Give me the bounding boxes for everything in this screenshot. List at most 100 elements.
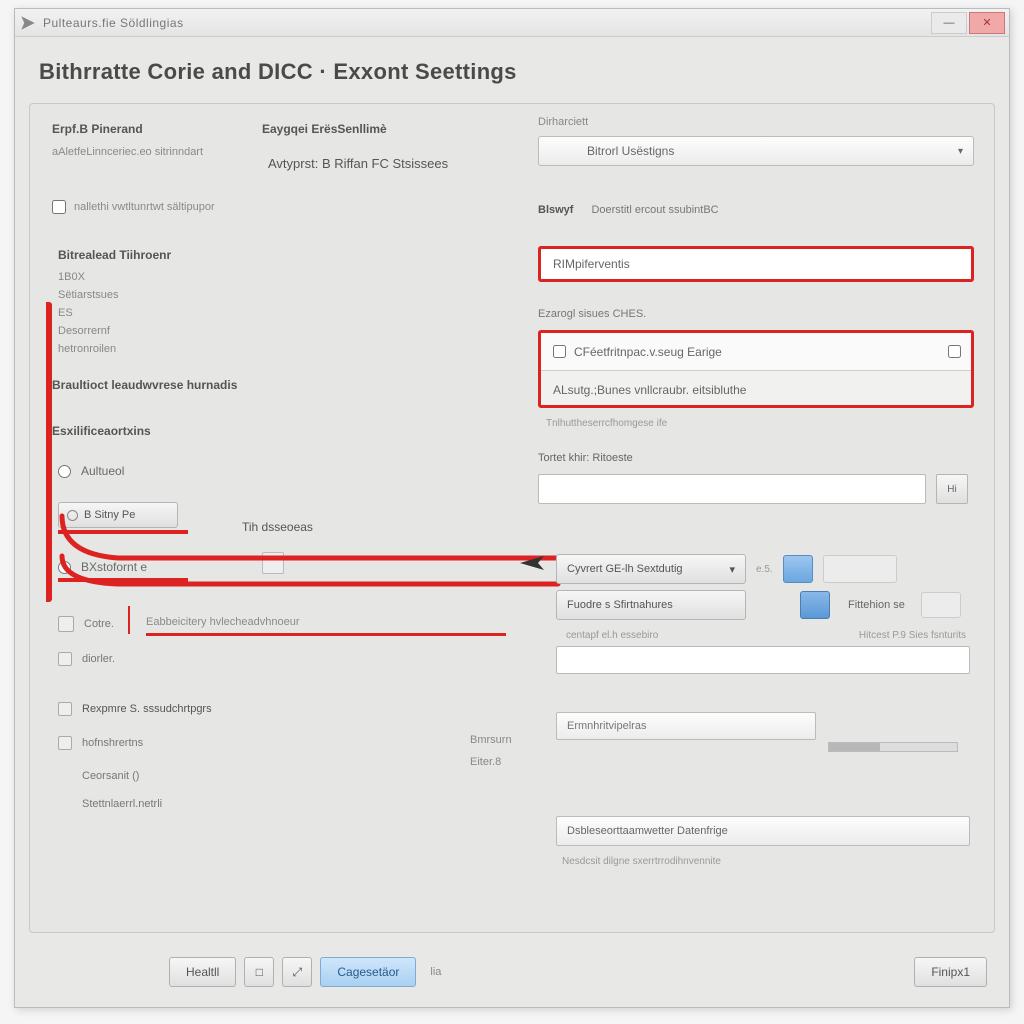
preset-sub: aAletfeLinnceriec.eo sitrinndart — [52, 146, 203, 158]
progress-bar — [828, 742, 958, 752]
highlight-bar — [46, 302, 52, 602]
issues-label: Ezarogl sisues CHES. — [538, 308, 646, 320]
formats-label: Braultioct leaudwvrese hurnadis — [52, 378, 237, 392]
templates-dropdown[interactable]: Ermnhritvipelras — [556, 712, 816, 740]
features-lab: Fittehion se — [848, 599, 905, 611]
cursor-icon — [518, 554, 548, 572]
database-dropdown[interactable]: Dsbleseorttaamwetter Datenfrige — [556, 816, 970, 846]
preset-label: Erpf.B Pinerand — [52, 122, 143, 136]
list-item[interactable]: Rexpmre S. sssudchrtpgrs — [58, 702, 212, 716]
issues-row-2-label: ALsutg.;Bunes vnllcraubr. eitsibluthe — [553, 383, 746, 397]
subtitle-row: Blswyf Doerstitl ercout ssubintBC — [538, 204, 719, 216]
format-radio-label: BXstofornt e — [81, 560, 147, 574]
control-icon[interactable] — [58, 616, 74, 632]
issues-row-1-label: CFéetfritnpac.v.seug Earige — [574, 345, 722, 359]
export-sub: Avtyprst: B Riffan FC Stsissees — [268, 156, 448, 171]
issues-row-1[interactable]: CFéetfritnpac.v.seug Earige — [541, 333, 971, 371]
item-icon — [58, 736, 72, 750]
radio-icon — [67, 510, 78, 521]
highlight-underline-3 — [146, 633, 506, 636]
dialog-footer: Healtll □ ⤢ Cagesetäor lia Finipx1 — [29, 951, 995, 993]
sub-label-right: Hitcest P.9 Sies fsnturits — [859, 630, 966, 641]
target-label: Tortet khir: Ritoeste — [538, 452, 633, 464]
specifications-label: Esxilificeaortxins — [52, 424, 151, 438]
type-button[interactable]: B Sitny Pe — [58, 502, 178, 528]
database-value: Dsbleseorttaamwetter Datenfrige — [567, 825, 728, 837]
settings-panel: Erpf.B Pinerand aAletfeLinnceriec.eo sit… — [29, 103, 995, 933]
sub-label-left: centapf el.h essebiro — [566, 630, 658, 641]
item-label: Ceorsanit () — [58, 770, 139, 782]
auto-radio[interactable] — [58, 465, 71, 478]
window-title: Pulteaurs.fie Söldlingias — [43, 16, 929, 30]
format-radio-row[interactable]: BXstofornt e — [58, 560, 147, 574]
convert-dropdown[interactable]: Cyvrert GE-lh Sextdutig ▾ — [556, 554, 746, 584]
blue-action-button-2[interactable] — [800, 591, 830, 619]
item-label: hofnshrertns — [82, 737, 143, 749]
issues-note: Tnlhuttheserrcfhomgese ife — [546, 418, 667, 429]
support-checkbox-row[interactable]: nallethi vwtltunrtwt sältipupor — [52, 200, 215, 214]
issues-right-check[interactable] — [948, 345, 961, 358]
path-input[interactable] — [556, 646, 970, 674]
finish-button[interactable]: Finipx1 — [914, 957, 987, 987]
bitrate-group: Bitrealead Tiihroenr 1B0X Sëtiarstsues E… — [58, 248, 171, 358]
list-item[interactable]: Ceorsanit () — [58, 770, 139, 782]
bitrate-row-2: ES — [58, 304, 171, 322]
chevron-down-icon: ▾ — [729, 563, 735, 576]
convert-value: Cyvrert GE-lh Sextdutig — [567, 563, 683, 575]
database-note: Nesdcsit dilgne sxerrtrrodihnvennite — [562, 856, 721, 867]
highlight-pipe — [128, 606, 130, 634]
param-label-1: Bmrsurn — [470, 734, 512, 746]
features-dropdown[interactable]: Fuodre s Sfirtnahures — [556, 590, 746, 620]
help-button[interactable]: Healtll — [169, 957, 236, 987]
convert-row: Cyvrert GE-lh Sextdutig ▾ e.5. — [556, 554, 897, 584]
right-column: Dirharciett Bitrorl Usëstigns ▾ Blswyf D… — [538, 122, 978, 920]
directory-label: Dirharciett — [538, 116, 588, 128]
grey-box-1[interactable] — [823, 555, 897, 583]
format-radio[interactable] — [58, 561, 71, 574]
grey-box-2[interactable] — [921, 592, 961, 618]
bitrate-row-1: Sëtiarstsues — [58, 286, 171, 304]
export-label: Eaygqei ErësSenllimè — [262, 122, 387, 136]
expand-button[interactable]: ⤢ — [282, 957, 312, 987]
chevron-down-icon: ▾ — [958, 146, 963, 157]
issues-check-1[interactable] — [553, 345, 566, 358]
auto-radio-label: Aultueol — [81, 464, 124, 478]
list-item[interactable]: Stettnlaerrl.netrli — [58, 798, 162, 810]
features-value: Fuodre s Sfirtnahures — [567, 599, 673, 611]
type-button-label: B Sitny Pe — [84, 509, 135, 521]
hi-button[interactable]: Hi — [936, 474, 968, 504]
movements-input[interactable]: RIMpiferventis — [538, 246, 974, 282]
page-title: Bithrratte Corie and DICC · Exxont Seett… — [39, 59, 985, 85]
item-icon — [58, 702, 72, 716]
subtitle-key: Blswyf — [538, 204, 573, 216]
issues-box: CFéetfritnpac.v.seug Earige ALsutg.;Bune… — [538, 330, 974, 408]
param-label-2: Eiter.8 — [470, 756, 501, 768]
bitrate-row-0: 1B0X — [58, 268, 171, 286]
app-icon — [19, 14, 37, 32]
auto-radio-row[interactable]: Aultueol — [58, 464, 124, 478]
control-row: Cotre. — [58, 616, 114, 632]
list-item[interactable]: diorler. — [58, 652, 115, 666]
left-column: Erpf.B Pinerand aAletfeLinnceriec.eo sit… — [52, 122, 512, 920]
settings-dropdown[interactable]: Bitrorl Usëstigns ▾ — [538, 136, 974, 166]
convert-sep: e.5. — [756, 564, 773, 575]
support-checkbox-label: nallethi vwtltunrtwt sältipupor — [74, 201, 215, 213]
footer-note: lia — [430, 966, 441, 978]
progress-fill — [829, 743, 880, 751]
bitrate-row-3: Desorrernf — [58, 322, 171, 340]
highlight-underline-1 — [58, 530, 188, 534]
highlight-underline-2 — [58, 578, 188, 582]
features-row: Fuodre s Sfirtnahures Fittehion se — [556, 590, 961, 620]
small-square-button[interactable] — [262, 552, 284, 574]
minimize-button[interactable]: — — [931, 12, 967, 34]
target-input[interactable] — [538, 474, 926, 504]
create-button[interactable]: Cagesetäor — [320, 957, 416, 987]
item-label: Rexpmre S. sssudchrtpgrs — [82, 703, 212, 715]
list-item[interactable]: hofnshrertns — [58, 736, 143, 750]
titlebar: Pulteaurs.fie Söldlingias — ✕ — [15, 9, 1009, 37]
close-button[interactable]: ✕ — [969, 12, 1005, 34]
square-button[interactable]: □ — [244, 957, 274, 987]
settings-window: Pulteaurs.fie Söldlingias — ✕ Bithrratte… — [14, 8, 1010, 1008]
blue-action-button-1[interactable] — [783, 555, 813, 583]
support-checkbox[interactable] — [52, 200, 66, 214]
